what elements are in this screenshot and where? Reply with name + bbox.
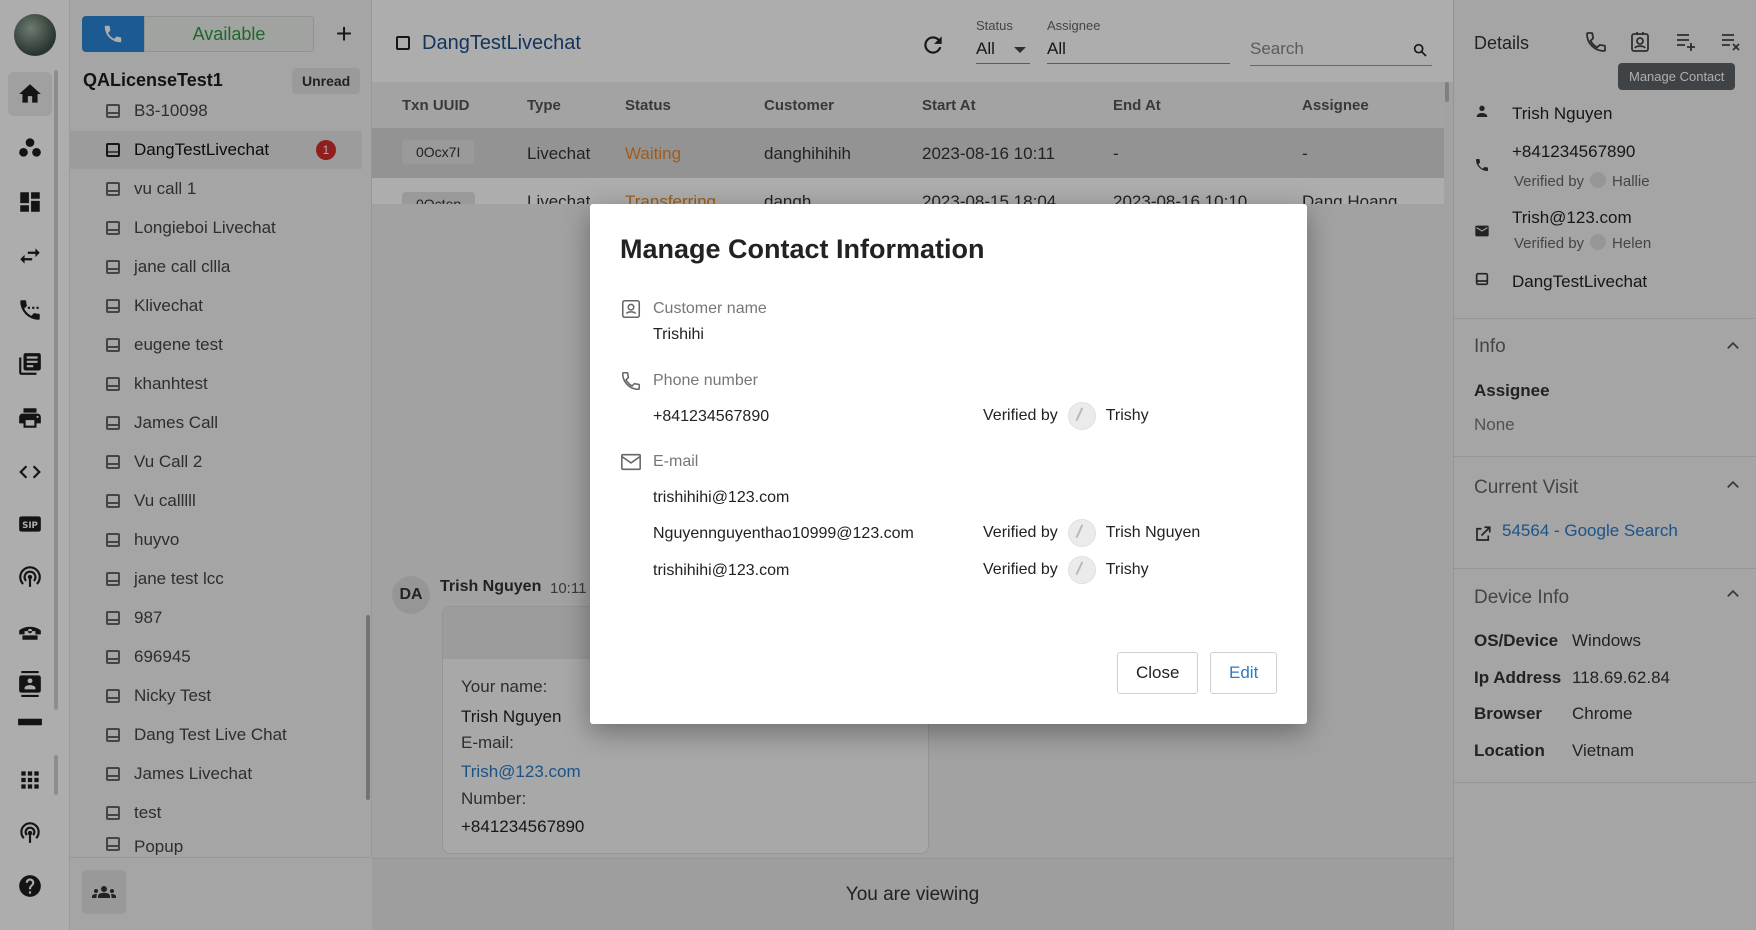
phone-icon [620,370,642,392]
contact-card-icon [620,298,642,320]
verifier-name: Trish Nguyen [1105,524,1201,542]
phone-verified-row: Verified by Trishy [983,402,1149,430]
verifier-name: Trishy [1105,407,1149,425]
email-value: trishihihi@123.com [653,489,790,506]
mail-icon [620,451,642,473]
edit-button[interactable]: Edit [1210,652,1278,694]
verified-label: Verified by [983,524,1058,542]
verifier-avatar [1067,402,1096,430]
dialog-title: Manage Contact Information [620,234,985,264]
verified-label: Verified by [983,407,1058,425]
close-button[interactable]: Close [1117,652,1199,694]
customer-name-value: Trishihi [653,326,704,343]
verifier-avatar [1067,519,1096,547]
verifier-name: Trishy [1105,561,1149,579]
email-label: E-mail [653,453,699,470]
email-verified-row: Verified by Trish Nguyen [983,519,1200,547]
verifier-avatar [1067,556,1096,584]
email-verified-row: Verified by Trishy [983,556,1149,584]
phone-number-value: +841234567890 [653,408,770,425]
email-value: trishihihi@123.com [653,562,790,579]
manage-contact-dialog: Manage Contact Information Customer name… [590,204,1307,724]
customer-name-label: Customer name [653,300,767,317]
phone-number-label: Phone number [653,372,758,389]
verified-label: Verified by [983,561,1058,579]
email-value: Nguyennguyenthao10999@123.com [653,525,914,542]
